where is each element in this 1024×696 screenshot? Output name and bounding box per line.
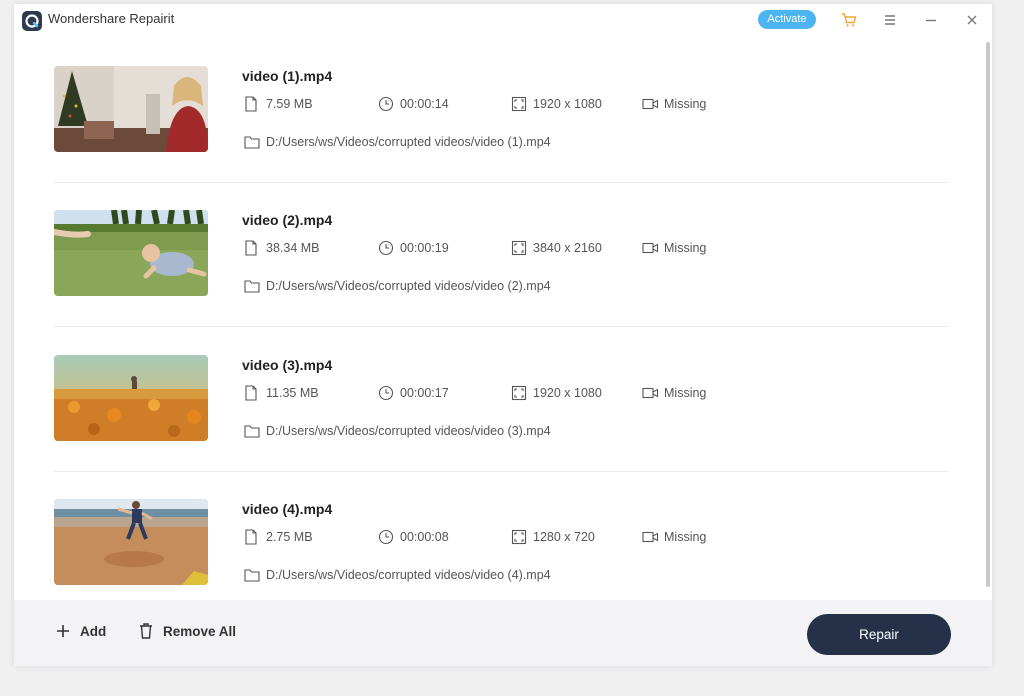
- video-thumbnail: [54, 499, 208, 585]
- resolution-icon: [511, 529, 527, 545]
- clock-icon: [378, 240, 394, 256]
- minimize-icon[interactable]: [922, 11, 940, 29]
- file-icon: [245, 385, 257, 401]
- video-camera-icon: [642, 242, 659, 254]
- trash-icon: [140, 623, 152, 639]
- file-icon: [245, 529, 257, 545]
- resolution-icon: [511, 385, 527, 401]
- folder-icon: [244, 569, 260, 582]
- folder-icon: [244, 136, 260, 149]
- app-window: Wondershare Repairit Activate video (1).…: [14, 4, 992, 666]
- file-name: video (3).mp4: [242, 357, 333, 373]
- file-name: video (4).mp4: [242, 501, 333, 517]
- file-row[interactable]: video (4).mp4 2.75 MB 00:00:08 1280 x 72…: [54, 471, 948, 616]
- title-bar: Wondershare Repairit Activate: [14, 4, 992, 38]
- file-name: video (1).mp4: [242, 68, 333, 84]
- repair-button[interactable]: Repair: [807, 614, 951, 655]
- file-row[interactable]: video (3).mp4 11.35 MB 00:00:17 1920 x 1…: [54, 327, 948, 472]
- activate-button[interactable]: Activate: [758, 10, 816, 29]
- footer-bar: Add Remove All Repair: [14, 600, 992, 666]
- video-camera-icon: [642, 98, 659, 110]
- file-name: video (2).mp4: [242, 212, 333, 228]
- resolution-icon: [511, 96, 527, 112]
- video-camera-icon: [642, 387, 659, 399]
- file-row[interactable]: video (1).mp4 7.59 MB 00:00:14 1920 x 10…: [54, 38, 948, 183]
- clock-icon: [378, 96, 394, 112]
- plus-icon: [57, 625, 69, 637]
- file-row[interactable]: video (2).mp4 38.34 MB 00:00:19 3840 x 2…: [54, 182, 948, 327]
- scrollbar[interactable]: [984, 38, 992, 594]
- video-thumbnail: [54, 210, 208, 296]
- menu-icon[interactable]: [881, 11, 899, 29]
- file-icon: [245, 240, 257, 256]
- cart-icon[interactable]: [840, 11, 858, 29]
- app-title: Wondershare Repairit: [48, 11, 175, 26]
- close-icon[interactable]: [963, 11, 981, 29]
- app-logo: [22, 11, 42, 31]
- video-thumbnail: [54, 66, 208, 152]
- folder-icon: [244, 425, 260, 438]
- folder-icon: [244, 280, 260, 293]
- video-camera-icon: [642, 531, 659, 543]
- resolution-icon: [511, 240, 527, 256]
- video-thumbnail: [54, 355, 208, 441]
- scrollbar-thumb[interactable]: [986, 42, 990, 587]
- clock-icon: [378, 529, 394, 545]
- clock-icon: [378, 385, 394, 401]
- file-icon: [245, 96, 257, 112]
- file-list: video (1).mp4 7.59 MB 00:00:14 1920 x 10…: [14, 38, 992, 598]
